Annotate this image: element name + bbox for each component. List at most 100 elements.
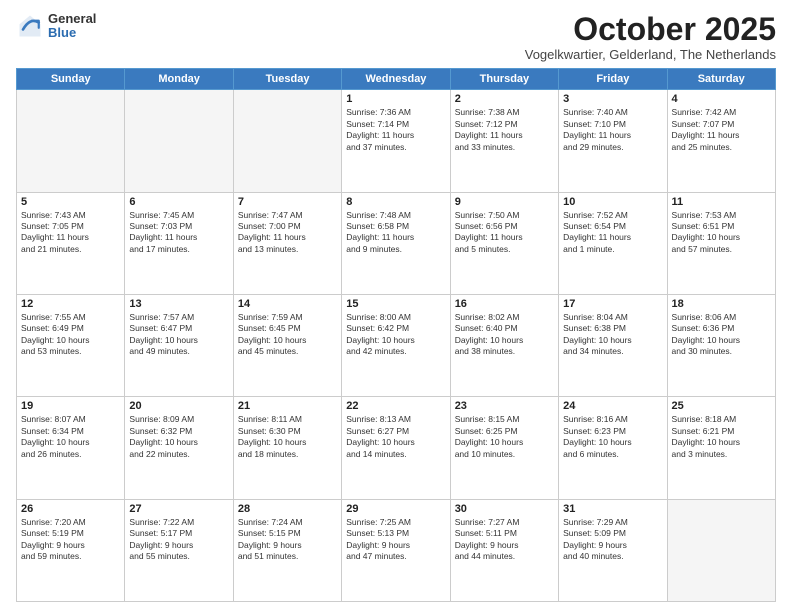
calendar-cell: 17Sunrise: 8:04 AM Sunset: 6:38 PM Dayli… <box>559 294 667 396</box>
day-number: 12 <box>21 298 120 310</box>
calendar-cell: 9 Sunrise: 7:50 AM Sunset: 6:56 PM Daylig… <box>450 192 558 294</box>
day-info: Sunrise: 7:22 AM Sunset: 5:17 PM Dayligh… <box>129 517 228 563</box>
logo-general: General <box>48 12 96 26</box>
day-info: Sunrise: 7:59 AM Sunset: 6:45 PM Dayligh… <box>238 312 337 358</box>
weekday-header: Sunday <box>17 69 125 90</box>
day-number: 19 <box>21 400 120 412</box>
calendar-cell: 13 Sunrise: 7:57 AM Sunset: 6:47 PM Dayli… <box>125 294 233 396</box>
day-number: 21 <box>238 400 337 412</box>
calendar-cell: 21Sunrise: 8:11 AM Sunset: 6:30 PM Dayli… <box>233 397 341 499</box>
day-info: Sunrise: 7:52 AM Sunset: 6:54 PM Dayligh… <box>563 210 662 256</box>
day-number: 4 <box>672 93 771 105</box>
day-number: 27 <box>129 503 228 515</box>
day-info: Sunrise: 7:47 AM Sunset: 7:00 PM Dayligh… <box>238 210 337 256</box>
day-info: Sunrise: 8:09 AM Sunset: 6:32 PM Dayligh… <box>129 414 228 460</box>
day-number: 24 <box>563 400 662 412</box>
calendar-week-row: 19 Sunrise: 8:07 AM Sunset: 6:34 PM Dayli… <box>17 397 776 499</box>
calendar-cell: 28Sunrise: 7:24 AM Sunset: 5:15 PM Dayli… <box>233 499 341 601</box>
day-number: 26 <box>21 503 120 515</box>
calendar-cell: 24 Sunrise: 8:16 AM Sunset: 6:23 PM Dayli… <box>559 397 667 499</box>
weekday-header-row: SundayMondayTuesdayWednesdayThursdayFrid… <box>17 69 776 90</box>
day-number: 23 <box>455 400 554 412</box>
weekday-header: Friday <box>559 69 667 90</box>
day-number: 13 <box>129 298 228 310</box>
logo-text: General Blue <box>48 12 96 41</box>
logo-icon <box>16 12 44 40</box>
calendar-cell: 14 Sunrise: 7:59 AM Sunset: 6:45 PM Dayli… <box>233 294 341 396</box>
day-number: 30 <box>455 503 554 515</box>
day-info: Sunrise: 7:45 AM Sunset: 7:03 PM Dayligh… <box>129 210 228 256</box>
weekday-header: Monday <box>125 69 233 90</box>
day-number: 18 <box>672 298 771 310</box>
calendar-cell: 12 Sunrise: 7:55 AM Sunset: 6:49 PM Dayli… <box>17 294 125 396</box>
day-number: 15 <box>346 298 445 310</box>
calendar-cell: 7 Sunrise: 7:47 AM Sunset: 7:00 PM Daylig… <box>233 192 341 294</box>
day-info: Sunrise: 7:38 AM Sunset: 7:12 PM Dayligh… <box>455 107 554 153</box>
month-title: October 2025 <box>525 12 776 47</box>
day-number: 8 <box>346 196 445 208</box>
day-number: 9 <box>455 196 554 208</box>
day-info: Sunrise: 7:42 AM Sunset: 7:07 PM Dayligh… <box>672 107 771 153</box>
day-info: Sunrise: 8:07 AM Sunset: 6:34 PM Dayligh… <box>21 414 120 460</box>
logo-blue: Blue <box>48 26 96 40</box>
calendar-cell: 11 Sunrise: 7:53 AM Sunset: 6:51 PM Dayli… <box>667 192 775 294</box>
calendar-cell: 25Sunrise: 8:18 AM Sunset: 6:21 PM Dayli… <box>667 397 775 499</box>
calendar-cell: 5 Sunrise: 7:43 AM Sunset: 7:05 PM Daylig… <box>17 192 125 294</box>
calendar-cell: 10 Sunrise: 7:52 AM Sunset: 6:54 PM Dayli… <box>559 192 667 294</box>
calendar-cell: 3 Sunrise: 7:40 AM Sunset: 7:10 PM Daylig… <box>559 90 667 192</box>
calendar-cell: 23 Sunrise: 8:15 AM Sunset: 6:25 PM Dayli… <box>450 397 558 499</box>
calendar-cell: 8 Sunrise: 7:48 AM Sunset: 6:58 PM Daylig… <box>342 192 450 294</box>
day-number: 11 <box>672 196 771 208</box>
day-info: Sunrise: 8:15 AM Sunset: 6:25 PM Dayligh… <box>455 414 554 460</box>
calendar-cell: 4 Sunrise: 7:42 AM Sunset: 7:07 PM Daylig… <box>667 90 775 192</box>
day-info: Sunrise: 7:36 AM Sunset: 7:14 PM Dayligh… <box>346 107 445 153</box>
calendar-cell: 31Sunrise: 7:29 AM Sunset: 5:09 PM Dayli… <box>559 499 667 601</box>
weekday-header: Tuesday <box>233 69 341 90</box>
day-info: Sunrise: 8:13 AM Sunset: 6:27 PM Dayligh… <box>346 414 445 460</box>
calendar-cell: 20Sunrise: 8:09 AM Sunset: 6:32 PM Dayli… <box>125 397 233 499</box>
calendar-cell <box>17 90 125 192</box>
calendar-week-row: 1 Sunrise: 7:36 AM Sunset: 7:14 PM Daylig… <box>17 90 776 192</box>
day-info: Sunrise: 7:53 AM Sunset: 6:51 PM Dayligh… <box>672 210 771 256</box>
day-info: Sunrise: 7:24 AM Sunset: 5:15 PM Dayligh… <box>238 517 337 563</box>
page: General Blue October 2025 Vogelkwartier,… <box>0 0 792 612</box>
day-number: 29 <box>346 503 445 515</box>
calendar-cell: 30Sunrise: 7:27 AM Sunset: 5:11 PM Dayli… <box>450 499 558 601</box>
day-number: 14 <box>238 298 337 310</box>
day-number: 16 <box>455 298 554 310</box>
day-info: Sunrise: 7:43 AM Sunset: 7:05 PM Dayligh… <box>21 210 120 256</box>
day-info: Sunrise: 8:04 AM Sunset: 6:38 PM Dayligh… <box>563 312 662 358</box>
day-number: 5 <box>21 196 120 208</box>
logo: General Blue <box>16 12 96 41</box>
day-number: 22 <box>346 400 445 412</box>
calendar-cell: 18Sunrise: 8:06 AM Sunset: 6:36 PM Dayli… <box>667 294 775 396</box>
calendar-cell: 2 Sunrise: 7:38 AM Sunset: 7:12 PM Daylig… <box>450 90 558 192</box>
day-info: Sunrise: 7:25 AM Sunset: 5:13 PM Dayligh… <box>346 517 445 563</box>
header: General Blue October 2025 Vogelkwartier,… <box>16 12 776 62</box>
day-info: Sunrise: 7:29 AM Sunset: 5:09 PM Dayligh… <box>563 517 662 563</box>
calendar-cell: 22 Sunrise: 8:13 AM Sunset: 6:27 PM Dayli… <box>342 397 450 499</box>
calendar-cell: 1 Sunrise: 7:36 AM Sunset: 7:14 PM Daylig… <box>342 90 450 192</box>
day-info: Sunrise: 7:40 AM Sunset: 7:10 PM Dayligh… <box>563 107 662 153</box>
weekday-header: Saturday <box>667 69 775 90</box>
day-info: Sunrise: 7:20 AM Sunset: 5:19 PM Dayligh… <box>21 517 120 563</box>
day-info: Sunrise: 7:48 AM Sunset: 6:58 PM Dayligh… <box>346 210 445 256</box>
day-number: 2 <box>455 93 554 105</box>
day-number: 3 <box>563 93 662 105</box>
day-number: 10 <box>563 196 662 208</box>
day-info: Sunrise: 7:50 AM Sunset: 6:56 PM Dayligh… <box>455 210 554 256</box>
calendar-week-row: 12 Sunrise: 7:55 AM Sunset: 6:49 PM Dayli… <box>17 294 776 396</box>
weekday-header: Wednesday <box>342 69 450 90</box>
day-number: 1 <box>346 93 445 105</box>
calendar-cell: 19 Sunrise: 8:07 AM Sunset: 6:34 PM Dayli… <box>17 397 125 499</box>
location-subtitle: Vogelkwartier, Gelderland, The Netherlan… <box>525 47 776 62</box>
day-number: 6 <box>129 196 228 208</box>
calendar-cell: 27 Sunrise: 7:22 AM Sunset: 5:17 PM Dayli… <box>125 499 233 601</box>
calendar-cell: 6 Sunrise: 7:45 AM Sunset: 7:03 PM Daylig… <box>125 192 233 294</box>
day-number: 25 <box>672 400 771 412</box>
day-info: Sunrise: 7:55 AM Sunset: 6:49 PM Dayligh… <box>21 312 120 358</box>
day-info: Sunrise: 7:57 AM Sunset: 6:47 PM Dayligh… <box>129 312 228 358</box>
day-info: Sunrise: 8:16 AM Sunset: 6:23 PM Dayligh… <box>563 414 662 460</box>
calendar-week-row: 5 Sunrise: 7:43 AM Sunset: 7:05 PM Daylig… <box>17 192 776 294</box>
day-number: 7 <box>238 196 337 208</box>
